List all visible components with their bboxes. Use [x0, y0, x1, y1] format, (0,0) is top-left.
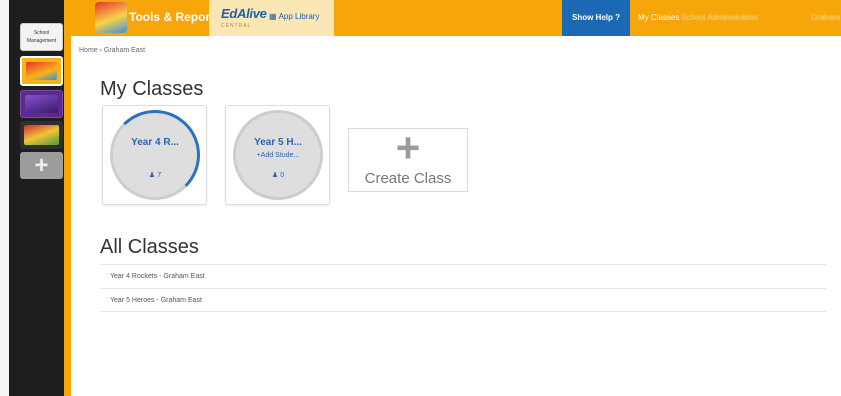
breadcrumb[interactable]: Home › Graham East — [79, 47, 145, 54]
app-rail: School Management + — [9, 0, 64, 396]
class-card-count: ♟ 0 — [236, 171, 320, 179]
student-count: 0 — [280, 172, 285, 179]
plus-icon: + — [34, 152, 49, 179]
app-tile-place-value-invaders[interactable] — [20, 90, 63, 118]
nav-my-classes[interactable]: My Classes — [638, 0, 679, 36]
school-management-tile[interactable]: School Management — [20, 23, 63, 51]
class-card[interactable]: Year 5 H... +Add Stude... ♟ 0 — [225, 105, 330, 205]
edalive-logo: EdAlive — [221, 6, 267, 21]
tools-reports-link[interactable]: Tools & Reports — [129, 10, 221, 24]
all-classes-list: Year 4 Rockets - Graham East Year 5 Hero… — [100, 264, 826, 312]
top-nav: Tools & Reports EdAlive CENTRAL ▦ App Lib… — [71, 0, 841, 36]
tools-reports-logo-icon[interactable] — [95, 2, 127, 33]
app-frame: School Management + Tools & Reports EdAl… — [0, 0, 841, 396]
class-card-name: Year 4 R... — [131, 137, 179, 148]
app-tile-maths-quest[interactable] — [20, 121, 63, 149]
person-icon: ♟ — [148, 172, 156, 179]
grid-icon: ▦ — [269, 12, 277, 21]
add-app-button[interactable]: + — [20, 152, 63, 179]
class-card-name: Year 5 H... — [254, 137, 302, 148]
add-students-link[interactable]: +Add Stude... — [236, 152, 320, 159]
app-library-label: App Library — [278, 12, 320, 21]
person-icon: ♟ — [271, 172, 279, 179]
main-content: Home › Graham East My Classes Year 4 R..… — [71, 36, 841, 396]
create-class-label: Create Class — [364, 170, 452, 187]
nav-school-administration[interactable]: School Administration — [681, 0, 758, 36]
list-item[interactable]: Year 4 Rockets - Graham East — [100, 264, 826, 288]
student-count: 7 — [157, 172, 162, 179]
place-value-invaders-logo-icon — [25, 95, 58, 113]
class-progress-ring: Year 4 R... ♟ 7 — [110, 110, 200, 200]
edalive-central-tab[interactable]: EdAlive CENTRAL ▦ App Library — [209, 0, 334, 36]
app-library-link[interactable]: ▦ App Library — [269, 12, 319, 21]
maths-quest-logo-icon — [24, 125, 59, 145]
school-management-label: School Management — [26, 30, 57, 44]
class-card-count: ♟ 7 — [113, 171, 197, 179]
list-item[interactable]: Year 5 Heroes - Graham East — [100, 288, 826, 312]
all-classes-heading: All Classes — [100, 236, 199, 258]
page-edge — [0, 0, 9, 396]
show-help-button[interactable]: Show Help ? — [562, 0, 630, 36]
create-class-button[interactable]: + Create Class — [348, 124, 468, 192]
my-classes-heading: My Classes — [100, 78, 204, 100]
plus-icon: + — [395, 124, 421, 171]
nav-user-menu[interactable]: Graham — [811, 0, 840, 36]
class-card[interactable]: Year 4 R... ♟ 7 — [102, 105, 207, 205]
times-tables-logo-icon — [26, 62, 57, 80]
app-tile-times-tables[interactable] — [20, 56, 63, 86]
edalive-logo-sub: CENTRAL — [221, 23, 252, 29]
accent-strip — [64, 0, 71, 396]
class-progress-ring: Year 5 H... +Add Stude... ♟ 0 — [233, 110, 323, 200]
